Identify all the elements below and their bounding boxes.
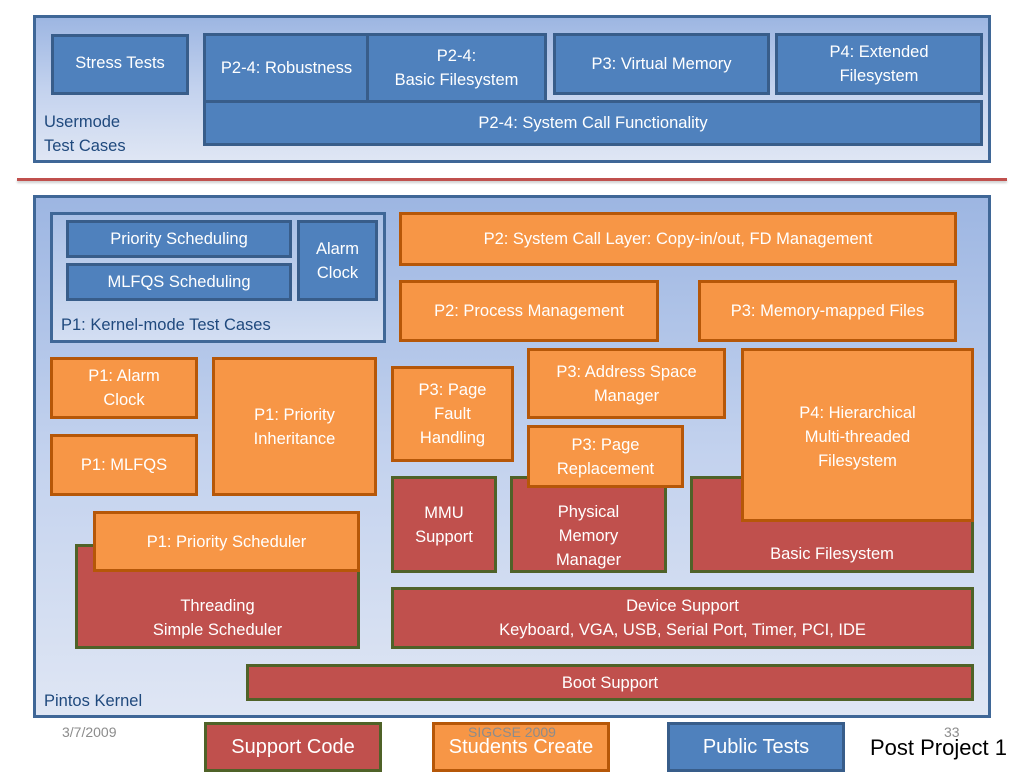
alarm-clock-tests-box: Alarm Clock — [297, 220, 378, 301]
usermode-panel-label: Usermode Test Cases — [44, 113, 126, 155]
page-replacement-box: P3: Page Replacement — [527, 425, 684, 488]
page-fault-handling-box: P3: Page Fault Handling — [391, 366, 514, 462]
virtual-memory-tests-box: P3: Virtual Memory — [553, 33, 770, 95]
physical-memory-manager-box: Physical Memory Manager — [510, 476, 667, 573]
p1-alarm-clock-box: P1: Alarm Clock — [50, 357, 198, 419]
legend-public-tests: Public Tests — [667, 722, 845, 772]
p1-mlfqs-box: P1: MLFQS — [50, 434, 198, 496]
mlfqs-scheduling-tests-box: MLFQS Scheduling — [66, 263, 292, 301]
kernel-mode-tests-label: P1: Kernel-mode Test Cases — [61, 316, 271, 334]
legend-support-code: Support Code — [204, 722, 382, 772]
slide-date: 3/7/2009 — [62, 724, 117, 740]
syscall-layer-box: P2: System Call Layer: Copy-in/out, FD M… — [399, 212, 957, 266]
address-space-manager-box: P3: Address Space Manager — [527, 348, 726, 419]
stress-tests-box: Stress Tests — [51, 34, 189, 95]
mmu-support-box: MMU Support — [391, 476, 497, 573]
conference-name: SIGCSE 2009 — [468, 724, 556, 740]
p1-priority-scheduler-box: P1: Priority Scheduler — [93, 511, 360, 572]
hierarchical-filesystem-box: P4: Hierarchical Multi-threaded Filesyst… — [741, 348, 974, 522]
basic-filesystem-tests-box: P2-4: Basic Filesystem — [366, 33, 547, 103]
device-support-box: Device Support Keyboard, VGA, USB, Seria… — [391, 587, 974, 649]
robustness-box: P2-4: Robustness — [203, 33, 370, 103]
extended-filesystem-tests-box: P4: Extended Filesystem — [775, 33, 983, 95]
boot-support-box: Boot Support — [246, 664, 974, 701]
syscall-functionality-box: P2-4: System Call Functionality — [203, 100, 983, 146]
section-divider — [17, 178, 1007, 181]
kernel-panel-label: Pintos Kernel — [44, 692, 143, 710]
process-management-box: P2: Process Management — [399, 280, 659, 342]
priority-scheduling-tests-box: Priority Scheduling — [66, 220, 292, 258]
memory-mapped-files-box: P3: Memory-mapped Files — [698, 280, 957, 342]
legend-caption: Post Project 1 — [870, 735, 1007, 760]
p1-priority-inheritance-box: P1: Priority Inheritance — [212, 357, 377, 496]
